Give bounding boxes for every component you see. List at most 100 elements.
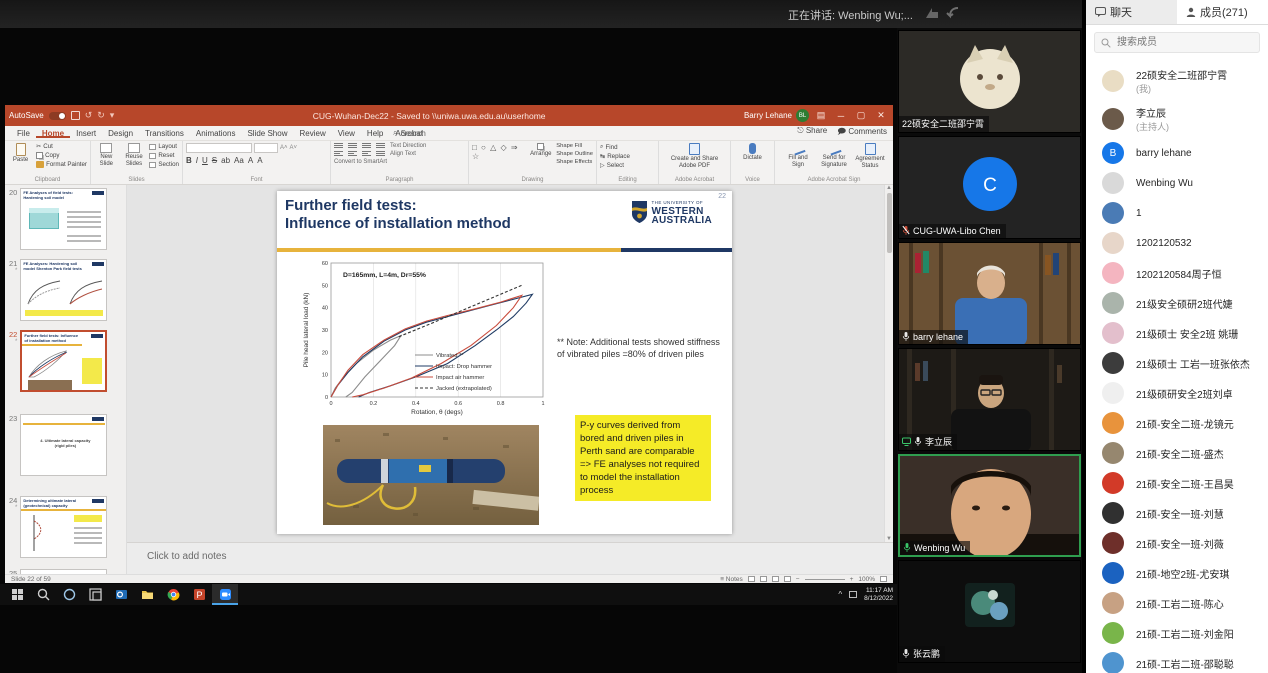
member-row[interactable]: 21级硕研安全2班刘卓 — [1086, 378, 1268, 408]
paragraph-icons-row1[interactable]: Text Direction — [334, 143, 465, 149]
video-tile-6[interactable]: 张云鹏 — [898, 560, 1081, 663]
slide-thumbnail-24[interactable]: Determining ultimate lateral (geotechnic… — [20, 496, 107, 558]
slide-thumbnail-21[interactable]: FE Analyses: Hardening soil model Shento… — [20, 259, 107, 321]
member-row[interactable]: 21硕-安全二班-盛杰 — [1086, 438, 1268, 468]
member-row[interactable]: 李立辰(主持人) — [1086, 100, 1268, 138]
taskbar-clock[interactable]: 11:17 AM 8/12/2022 — [864, 587, 893, 602]
ppt-tab-review[interactable]: Review — [293, 129, 331, 138]
cortana-icon[interactable] — [56, 584, 82, 605]
ribbon-display-icon[interactable]: ▤ — [813, 110, 829, 121]
slide-thumbnail-23[interactable]: 4. Ultimate lateral capacity (rigid pile… — [20, 414, 107, 476]
ppt-tab-file[interactable]: File — [11, 129, 36, 138]
member-row[interactable]: Wenbing Wu — [1086, 168, 1268, 198]
font-style-buttons[interactable]: BIUSabAaAA — [186, 156, 327, 165]
slideshow-icon[interactable] — [784, 576, 791, 582]
maximize-button[interactable]: ▢ — [853, 110, 869, 121]
ppt-tab-slide-show[interactable]: Slide Show — [241, 129, 293, 138]
shape-fill-button[interactable]: Shape Fill — [556, 143, 593, 149]
ppt-tab-transitions[interactable]: Transitions — [139, 129, 190, 138]
underline-icon[interactable]: U — [202, 156, 208, 165]
normal-view-icon[interactable] — [748, 576, 755, 582]
ppt-search[interactable]: ⌕ Search — [393, 128, 426, 138]
paragraph-icons-row2[interactable]: Align Text — [334, 151, 465, 157]
align-text-button[interactable]: Align Text — [390, 151, 416, 157]
fill-sign-button[interactable]: Fill and Sign — [783, 143, 813, 177]
text-direction-button[interactable]: Text Direction — [390, 143, 426, 149]
member-search-input[interactable] — [1115, 36, 1235, 49]
replace-button[interactable]: ↹Replace — [600, 153, 630, 160]
dictate-button[interactable]: Dictate — [738, 143, 768, 177]
reset-button[interactable]: Reset — [149, 152, 179, 159]
paste-button[interactable]: Paste — [8, 143, 33, 177]
redo-icon[interactable]: ↻ — [97, 111, 105, 120]
chrome-icon[interactable] — [160, 584, 186, 605]
member-row[interactable]: 1202120584周子恒 — [1086, 258, 1268, 288]
member-row[interactable]: 21硕-工岩二班-邵聪聪 — [1086, 648, 1268, 673]
task-view-icon[interactable] — [82, 584, 108, 605]
ppt-tab-insert[interactable]: Insert — [70, 129, 102, 138]
strikethrough-icon[interactable]: S — [212, 156, 217, 165]
member-row[interactable]: 21硕-安全一班-刘薇 — [1086, 528, 1268, 558]
new-slide-button[interactable]: New Slide — [94, 143, 119, 177]
send-signature-button[interactable]: Send for Signature — [819, 143, 849, 177]
meeting-app-icon[interactable] — [212, 584, 238, 605]
member-row[interactable]: 21硕-地空2班-尤安琪 — [1086, 558, 1268, 588]
zoom-out-icon[interactable]: − — [796, 576, 800, 583]
italic-icon[interactable]: I — [196, 156, 198, 165]
slide-scrollbar[interactable]: ▲ ▼ — [884, 185, 893, 542]
tab-chat[interactable]: 聊天 — [1086, 0, 1177, 24]
grow-font-icon[interactable]: A˄ — [280, 145, 288, 151]
ppt-tab-animations[interactable]: Animations — [190, 129, 242, 138]
create-share-pdf-button[interactable]: Create and Share Adobe PDF — [665, 143, 725, 177]
undo-icon[interactable]: ↺ — [85, 111, 93, 120]
share-button[interactable]: ⎋ Share — [797, 126, 827, 140]
member-row[interactable]: 22硕安全二班邵宁霄(我) — [1086, 62, 1268, 100]
member-row[interactable]: 21硕-安全二班-王昌昊 — [1086, 468, 1268, 498]
notes-toggle-button[interactable]: ≡ Notes — [720, 576, 743, 583]
autosave-toggle[interactable] — [49, 112, 66, 120]
system-tray[interactable]: ^ 11:17 AM 8/12/2022 — [838, 587, 893, 602]
bold-icon[interactable]: B — [186, 156, 192, 165]
video-tile-1[interactable]: 22硕安全二班邵宁霄 — [898, 30, 1081, 133]
char-spacing-icon[interactable]: A — [257, 156, 262, 165]
tab-members[interactable]: 成员(271) — [1177, 0, 1268, 24]
shape-outline-button[interactable]: Shape Outline — [556, 151, 593, 157]
layout-button[interactable]: Layout — [149, 143, 179, 150]
slide-sorter-icon[interactable] — [760, 576, 767, 582]
zoom-level[interactable]: 100% — [858, 576, 875, 583]
comments-button[interactable]: 🗩 Comments — [837, 126, 887, 140]
member-row[interactable]: 21硕-安全一班-刘慧 — [1086, 498, 1268, 528]
shrink-font-icon[interactable]: A˅ — [290, 145, 298, 151]
font-color-icon[interactable]: A — [248, 156, 253, 165]
change-case-icon[interactable]: Aa — [234, 156, 244, 165]
file-explorer-icon[interactable] — [134, 584, 160, 605]
slide-thumbnail-20[interactable]: FE Analyses of field tests: Hardening so… — [20, 188, 107, 250]
reading-view-icon[interactable] — [772, 576, 779, 582]
member-row[interactable]: 1202120532 — [1086, 228, 1268, 258]
start-icon[interactable] — [4, 584, 30, 605]
close-button[interactable]: ✕ — [873, 110, 889, 121]
video-tile-4[interactable]: 李立辰 — [898, 348, 1081, 451]
member-row[interactable]: 21硕-工岩二班-陈心 — [1086, 588, 1268, 618]
video-tile-3[interactable]: barry lehane — [898, 242, 1081, 345]
smartart-button[interactable]: Convert to SmartArt — [334, 159, 465, 165]
member-row[interactable]: 21级硕士 工岩一班张依杰 — [1086, 348, 1268, 378]
minimize-button[interactable]: ─ — [833, 111, 849, 121]
font-size-combo[interactable] — [254, 143, 278, 153]
member-row[interactable]: 1 — [1086, 198, 1268, 228]
network-icon[interactable] — [849, 591, 857, 598]
video-tile-5[interactable]: Wenbing Wu — [898, 454, 1081, 557]
video-tile-2[interactable]: CCUG-UWA-Libo Chen — [898, 136, 1081, 239]
member-row[interactable]: Bbarry lehane — [1086, 138, 1268, 168]
find-button[interactable]: ⌕Find — [600, 143, 630, 151]
ppt-tab-home[interactable]: Home — [36, 129, 70, 138]
notes-pane[interactable]: Click to add notes — [127, 542, 893, 574]
save-icon[interactable] — [71, 111, 80, 120]
select-button[interactable]: ▷Select — [600, 162, 630, 169]
share-arrow-icon[interactable] — [922, 4, 942, 22]
format-painter-button[interactable]: Format Painter — [36, 161, 87, 168]
member-row[interactable]: 21级硕士 安全2班 姚珊 — [1086, 318, 1268, 348]
ppt-tab-view[interactable]: View — [332, 129, 361, 138]
slide-thumbnail-25[interactable] — [20, 569, 107, 574]
powerpoint-icon[interactable]: P — [186, 584, 212, 605]
